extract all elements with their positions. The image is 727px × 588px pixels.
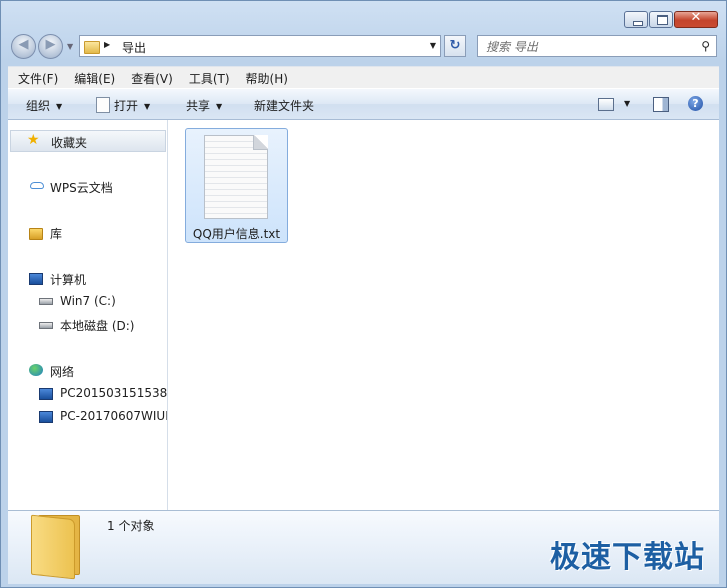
- minimize-button[interactable]: [624, 11, 648, 28]
- address-dropdown-icon[interactable]: ▼: [430, 41, 436, 50]
- search-input[interactable]: [484, 38, 688, 56]
- refresh-icon: ↻: [449, 38, 461, 53]
- maximize-icon: [657, 15, 668, 25]
- chevron-down-icon: ▼: [216, 102, 223, 111]
- new-folder-button[interactable]: 新建文件夹: [254, 97, 314, 114]
- explorer-window: ✕ ◀ ▶ ▼ ▶ 导出 ▼ ↻ ⚲ 文件(F) 编辑(E) 查看(V) 工具(…: [0, 0, 727, 588]
- minimize-icon: [633, 21, 643, 26]
- caption-buttons: ✕: [623, 10, 718, 28]
- watermark-logo: 极速下载站: [550, 540, 705, 575]
- menu-edit[interactable]: 编辑(E): [64, 70, 121, 87]
- address-bar[interactable]: ▶ 导出 ▼: [79, 35, 441, 57]
- breadcrumb-separator-icon[interactable]: ▶: [104, 40, 110, 49]
- details-pane: 1 个对象 极速下载站: [8, 510, 719, 584]
- folder-icon: [84, 41, 100, 54]
- file-list: QQ用户信息.txt: [168, 120, 719, 510]
- navigation-pane: ★ 收藏夹 WPS云文档 库 计算机 Win7 (C:) 本地磁盘 (D:) 网…: [8, 120, 168, 510]
- forward-arrow-icon: ▶: [45, 37, 56, 52]
- organize-label: 组织: [26, 99, 51, 113]
- item-count: 1 个对象: [107, 519, 155, 533]
- menu-tools[interactable]: 工具(T): [179, 70, 236, 87]
- back-arrow-icon: ◀: [18, 37, 29, 52]
- share-button[interactable]: 共享 ▼: [186, 97, 222, 114]
- open-button[interactable]: 打开 ▼: [96, 97, 150, 114]
- search-icon[interactable]: ⚲: [701, 39, 710, 53]
- recent-pages-dropdown[interactable]: ▼: [67, 42, 73, 51]
- page-fold-icon: [253, 135, 268, 150]
- menu-bar: 文件(F) 编辑(E) 查看(V) 工具(T) 帮助(H): [8, 66, 719, 89]
- maximize-button[interactable]: [649, 11, 673, 28]
- menu-view[interactable]: 查看(V): [121, 70, 179, 87]
- command-bar: 组织 ▼ 打开 ▼ 共享 ▼ 新建文件夹 ▼ ?: [8, 88, 719, 120]
- close-icon: ✕: [690, 10, 702, 25]
- forward-button[interactable]: ▶: [38, 34, 63, 59]
- chevron-down-icon: ▼: [56, 102, 63, 111]
- text-document-icon: [204, 135, 268, 219]
- refresh-button[interactable]: ↻: [444, 35, 466, 57]
- file-item[interactable]: QQ用户信息.txt: [185, 128, 288, 243]
- menu-file[interactable]: 文件(F): [8, 70, 64, 87]
- menu-help[interactable]: 帮助(H): [236, 70, 294, 87]
- open-label: 打开: [114, 99, 139, 113]
- breadcrumb-item[interactable]: 导出: [122, 39, 146, 56]
- close-button[interactable]: ✕: [674, 10, 718, 28]
- organize-button[interactable]: 组织 ▼: [26, 97, 62, 114]
- view-options-dropdown[interactable]: ▼: [624, 99, 630, 108]
- sidebar-item-network-pc-2[interactable]: PC-20170607WIUN: [8, 120, 167, 430]
- folder-icon: [31, 514, 75, 580]
- change-view-icon[interactable]: [598, 98, 614, 111]
- computer-icon: [39, 411, 53, 423]
- sidebar-item-label: PC-20170607WIUN: [60, 409, 167, 423]
- document-icon: [96, 97, 110, 113]
- search-box[interactable]: ⚲: [477, 35, 717, 57]
- back-button[interactable]: ◀: [11, 34, 36, 59]
- chevron-down-icon: ▼: [144, 102, 151, 111]
- file-name: QQ用户信息.txt: [192, 227, 281, 241]
- navigation-bar: ◀ ▶ ▼ ▶ 导出 ▼ ↻ ⚲: [11, 34, 717, 60]
- help-icon[interactable]: ?: [688, 96, 703, 111]
- preview-pane-icon[interactable]: [653, 97, 669, 112]
- share-label: 共享: [186, 99, 211, 113]
